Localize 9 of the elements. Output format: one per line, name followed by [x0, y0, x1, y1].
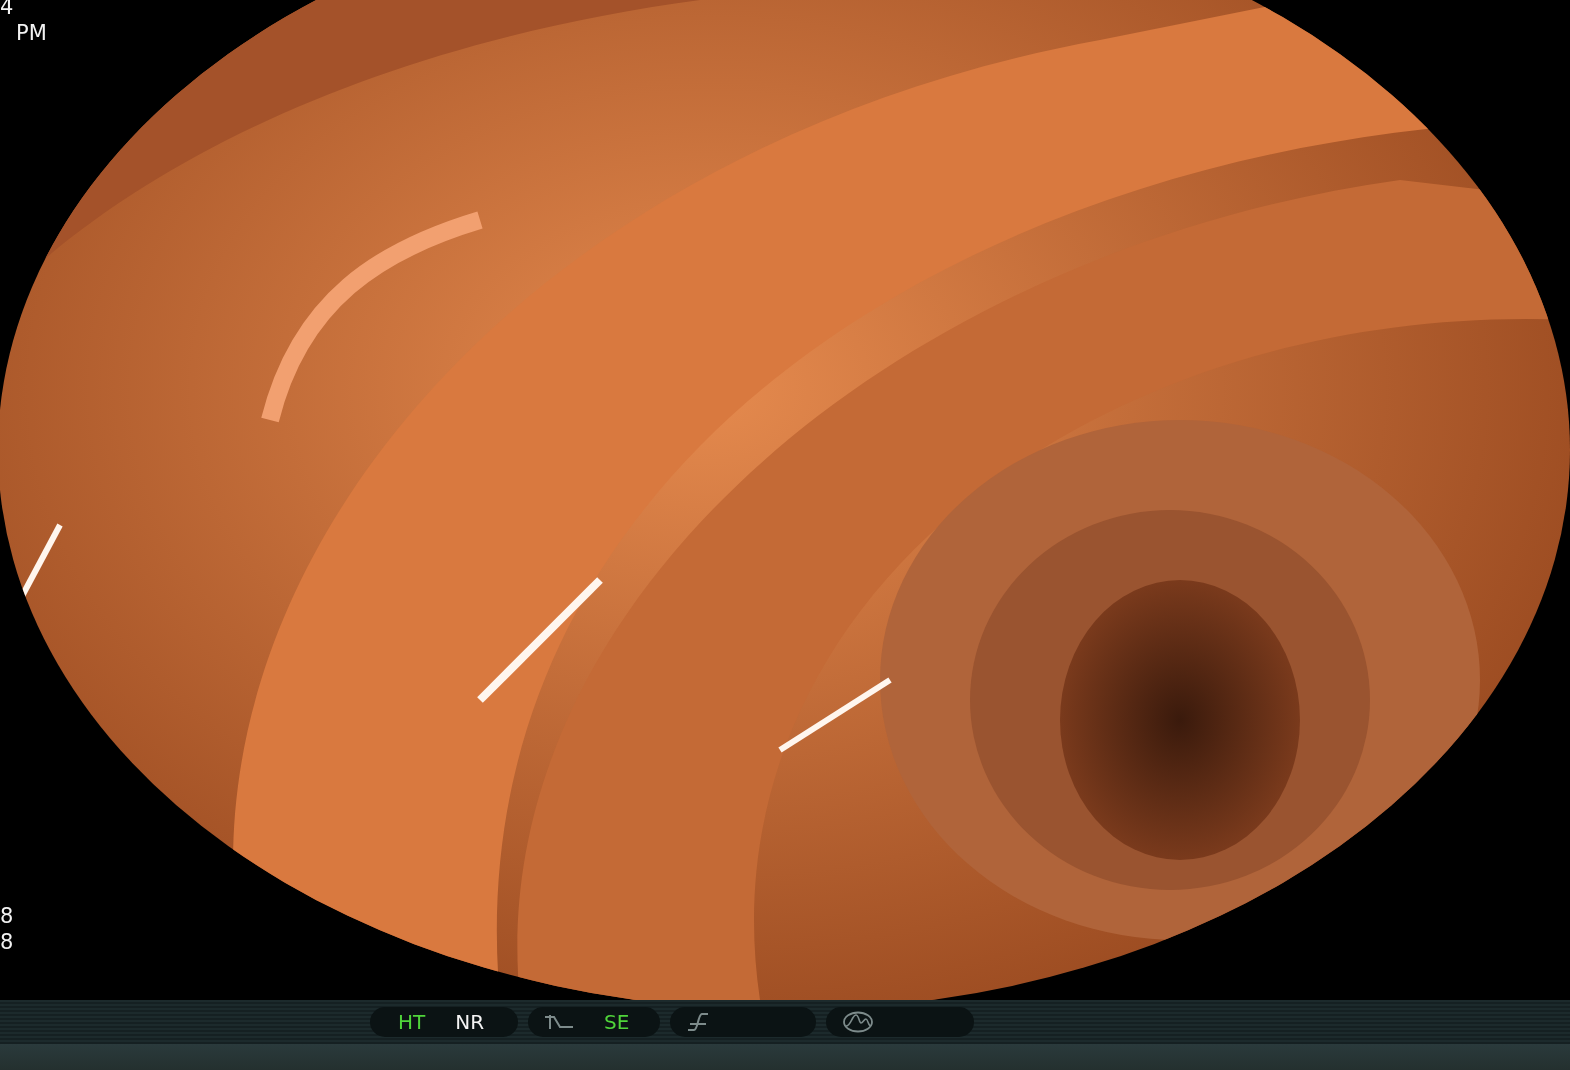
curve-icon: [544, 1013, 574, 1031]
waveform-circle-icon: [842, 1011, 874, 1033]
overlay-text: 8: [0, 903, 14, 929]
slashed-curve-icon: [686, 1012, 710, 1032]
mode-label: SE: [604, 1010, 630, 1034]
mode-label: HT: [398, 1010, 426, 1034]
overlay-text: 8: [0, 929, 14, 955]
overlay-text: PM: [15, 20, 47, 46]
mode-label: NR: [455, 1010, 485, 1034]
